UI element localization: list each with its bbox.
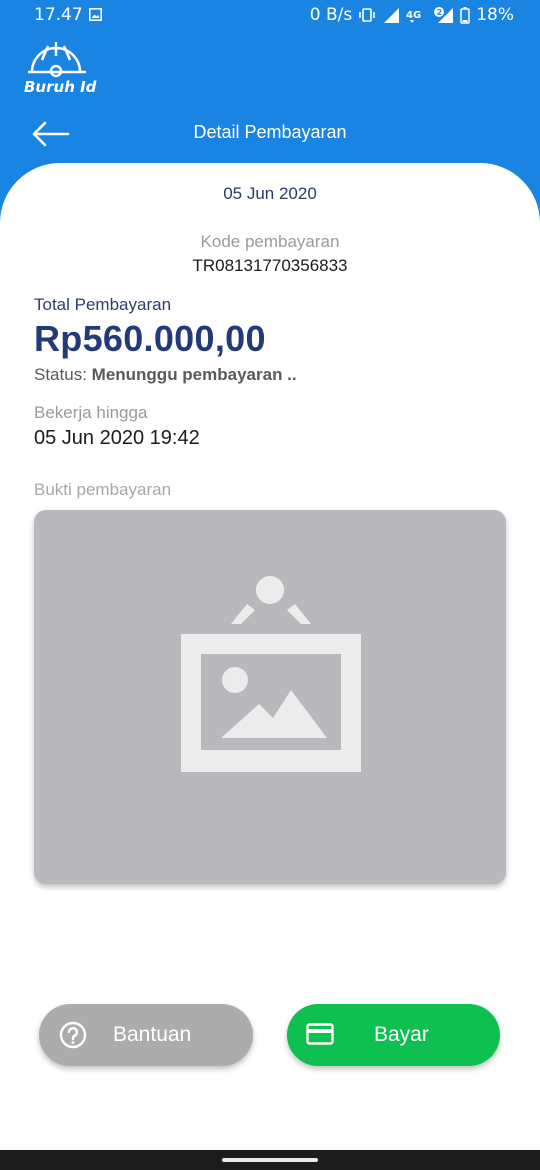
vibrate-icon bbox=[359, 8, 376, 22]
payment-status: Status: Menunggu pembayaran .. bbox=[34, 365, 297, 385]
svg-text:4G: 4G bbox=[406, 10, 421, 21]
payment-code-value: TR08131770356833 bbox=[192, 256, 348, 275]
page-title: Detail Pembayaran bbox=[193, 122, 347, 142]
battery-icon bbox=[460, 6, 470, 24]
status-value: Menunggu pembayaran .. bbox=[91, 365, 297, 384]
payment-proof-upload[interactable] bbox=[34, 510, 506, 884]
battery-percent: 18% bbox=[476, 5, 514, 25]
payment-proof-label: Bukti pembayaran bbox=[34, 480, 172, 499]
network-speed: 0 B/s bbox=[309, 5, 353, 25]
help-button[interactable]: Bantuan bbox=[39, 1004, 253, 1066]
work-until-label: Bekerja hingga bbox=[34, 403, 148, 422]
help-button-label: Bantuan bbox=[113, 1023, 192, 1046]
svg-text:2: 2 bbox=[437, 8, 443, 17]
work-until-value: 05 Jun 2020 19:42 bbox=[34, 427, 200, 449]
credit-card-icon bbox=[306, 1023, 334, 1045]
payment-date: 05 Jun 2020 bbox=[223, 184, 317, 203]
pay-button[interactable]: Bayar bbox=[287, 1004, 500, 1066]
home-gesture-handle[interactable] bbox=[222, 1158, 318, 1162]
gallery-icon bbox=[89, 8, 102, 21]
status-label: Status: bbox=[34, 365, 87, 384]
logo-text: Buruh Id bbox=[24, 78, 97, 96]
image-placeholder-icon bbox=[181, 576, 361, 772]
signal-icon: 2 bbox=[434, 6, 454, 23]
system-navigation-bar bbox=[0, 1150, 540, 1170]
payment-code-label: Kode pembayaran bbox=[200, 232, 340, 251]
4g-icon: 4G bbox=[406, 10, 421, 23]
help-circle-icon bbox=[59, 1021, 87, 1049]
status-bar: 17.47 0 B/s 4G 2 18% bbox=[0, 0, 540, 30]
status-time: 17.47 bbox=[34, 5, 83, 25]
total-payment-amount: Rp560.000,00 bbox=[34, 318, 266, 359]
pay-button-label: Bayar bbox=[374, 1023, 429, 1046]
signal-icon bbox=[384, 7, 400, 23]
total-payment-label: Total Pembayaran bbox=[34, 295, 172, 314]
